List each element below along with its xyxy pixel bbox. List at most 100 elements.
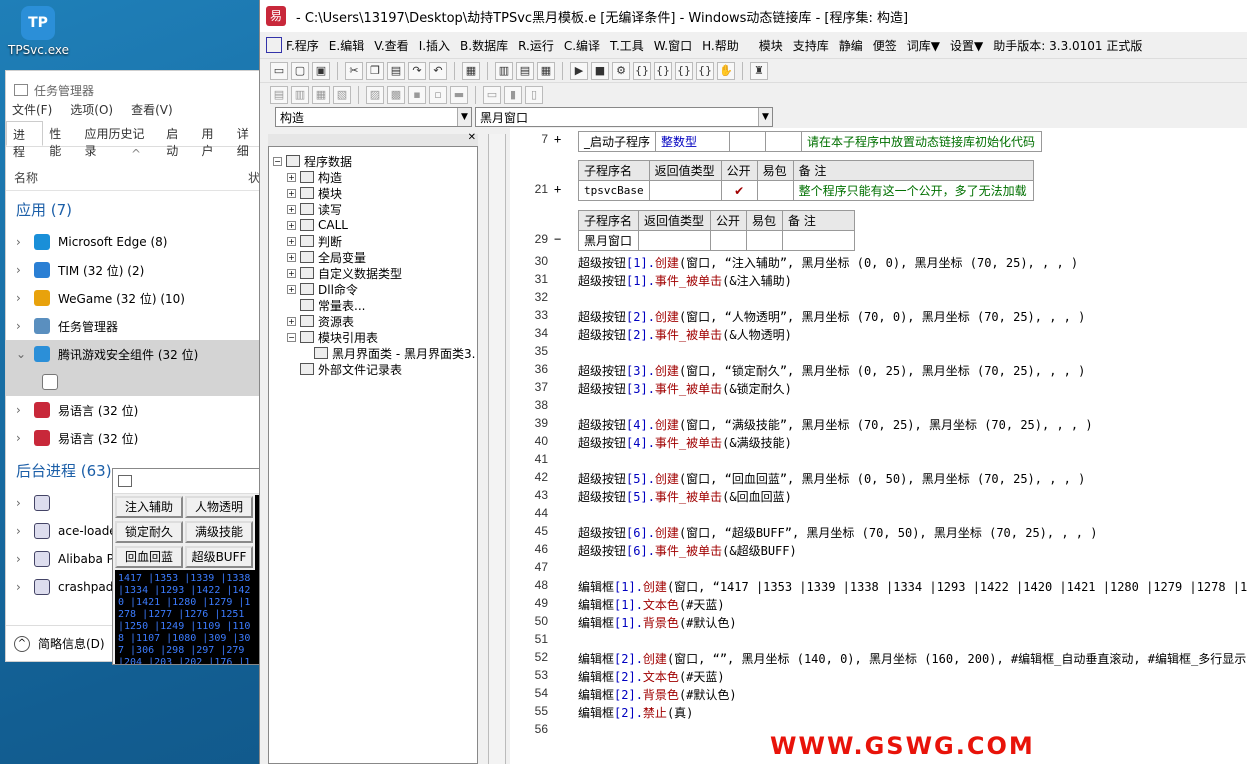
list-item[interactable]: › 易语言 (32 位): [6, 424, 266, 452]
subroutine-combo[interactable]: 黑月窗口 ▼: [475, 107, 773, 127]
list-item[interactable]: [6, 368, 266, 396]
code-line[interactable]: 54 编辑框[2].背景色(#默认色): [510, 686, 1247, 704]
ide-menu-item[interactable]: F.程序: [286, 37, 319, 54]
edit-box-1[interactable]: 1417 |1353 |1339 |1338 |1334 |1293 |1422…: [115, 570, 255, 664]
code-line[interactable]: 44: [510, 506, 1247, 524]
ide-menu-item[interactable]: C.编译: [564, 37, 600, 54]
tab-performance[interactable]: 性能: [43, 121, 78, 158]
toolbar-button-icon[interactable]: ↶: [429, 61, 447, 80]
chevron-right-icon[interactable]: ›: [16, 431, 26, 445]
ide-menu-item[interactable]: 词库▼: [907, 37, 940, 54]
code-line[interactable]: 38: [510, 398, 1247, 416]
chevron-right-icon[interactable]: ›: [16, 403, 26, 417]
collapse-icon[interactable]: −: [287, 332, 296, 342]
chevron-right-icon[interactable]: ›: [16, 319, 26, 333]
toolbar-button-icon[interactable]: {}: [654, 61, 672, 80]
public-cell[interactable]: [710, 230, 747, 251]
toolbar-button-icon[interactable]: {}: [633, 61, 651, 80]
lock-durability-button[interactable]: 锁定耐久: [115, 521, 183, 543]
toolbar-button-icon[interactable]: ▭: [270, 61, 288, 80]
expand-sign[interactable]: +: [554, 132, 561, 146]
pack-cell[interactable]: [746, 230, 783, 251]
chevron-right-icon[interactable]: ›: [16, 235, 26, 249]
collapse-icon[interactable]: −: [273, 156, 282, 166]
toolbar-button-icon[interactable]: ▥: [291, 85, 309, 104]
close-icon[interactable]: ✕: [468, 132, 476, 143]
remark-cell[interactable]: 整个程序只能有这一个公开，多了无法加载: [792, 180, 1034, 201]
list-item[interactable]: › 易语言 (32 位): [6, 396, 266, 424]
assembly-combo[interactable]: 构造 ▼: [275, 107, 472, 127]
tree-item[interactable]: + 判断: [269, 233, 477, 249]
ide-menu-item[interactable]: E.编辑: [329, 37, 364, 54]
code-line[interactable]: 50 编辑框[1].背景色(#默认色): [510, 614, 1247, 632]
expand-icon[interactable]: +: [287, 204, 296, 214]
toolbar-button-icon[interactable]: ▭: [483, 85, 501, 104]
code-line[interactable]: 34 超级按钮[2].事件_被单击(&人物透明): [510, 326, 1247, 344]
toolbar-button-icon[interactable]: ❐: [366, 61, 384, 80]
ide-menu-item[interactable]: V.查看: [374, 37, 408, 54]
chevron-right-icon[interactable]: ›: [16, 552, 26, 566]
chevron-down-icon[interactable]: ▼: [758, 108, 772, 126]
ide-menu-item[interactable]: 静编: [839, 37, 863, 54]
toolbar-button-icon[interactable]: ✂: [345, 61, 363, 80]
expand-icon[interactable]: +: [287, 268, 296, 278]
expand-icon[interactable]: +: [287, 284, 296, 294]
list-item[interactable]: › 任务管理器: [6, 312, 266, 340]
code-line[interactable]: 40 超级按钮[4].事件_被单击(&满级技能): [510, 434, 1247, 452]
chevron-down-icon[interactable]: ▼: [457, 108, 471, 126]
ide-menu-item[interactable]: 便签: [873, 37, 897, 54]
code-line[interactable]: 45 超级按钮[6].创建(窗口, “超级BUFF”, 黑月坐标 (70, 50)…: [510, 524, 1247, 542]
menu-view[interactable]: 查看(V): [131, 101, 173, 121]
chevron-right-icon[interactable]: ›: [16, 263, 26, 277]
code-line[interactable]: 47: [510, 560, 1247, 578]
code-line[interactable]: 48 编辑框[1].创建(窗口, “1417 |1353 |1339 |1338 …: [510, 578, 1247, 596]
toolbar-button-icon[interactable]: ✋: [717, 61, 735, 80]
toolbar-button-icon[interactable]: ▩: [387, 85, 405, 104]
ide-menu-item[interactable]: 支持库: [793, 37, 829, 54]
tree-item[interactable]: 外部文件记录表: [269, 361, 477, 377]
code-line[interactable]: 33 超级按钮[2].创建(窗口, “人物透明”, 黑月坐标 (70, 0), 黑…: [510, 308, 1247, 326]
toolbar-button-icon[interactable]: ▥: [495, 61, 513, 80]
menu-file[interactable]: 文件(F): [12, 101, 52, 121]
code-line[interactable]: 32: [510, 290, 1247, 308]
ide-menu-item[interactable]: R.运行: [518, 37, 554, 54]
expand-icon[interactable]: +: [287, 188, 296, 198]
sub-name-cell[interactable]: _启动子程序: [577, 131, 657, 152]
toolbar-button-icon[interactable]: ▧: [333, 85, 351, 104]
tab-startup[interactable]: 启动: [160, 121, 195, 158]
expand-icon[interactable]: +: [287, 172, 296, 182]
toolbar-button-icon[interactable]: ♜: [750, 61, 768, 80]
expand-sign[interactable]: +: [554, 182, 561, 196]
toolbar-button-icon[interactable]: ▬: [450, 85, 468, 104]
chevron-right-icon[interactable]: ›: [16, 524, 26, 538]
column-header-name[interactable]: 名称 状: [6, 169, 266, 191]
tree-item[interactable]: + 资源表: [269, 313, 477, 329]
return-type-cell[interactable]: [648, 180, 722, 201]
toolbar-button-icon[interactable]: ↷: [408, 61, 426, 80]
vertical-scrollbar[interactable]: [488, 134, 506, 764]
return-type-cell[interactable]: [638, 230, 711, 251]
tree-item[interactable]: + 自定义数据类型: [269, 265, 477, 281]
toolbar-button-icon[interactable]: ▯: [525, 85, 543, 104]
toolbar-button-icon[interactable]: ▪: [408, 85, 426, 104]
code-line[interactable]: 42 超级按钮[5].创建(窗口, “回血回蓝”, 黑月坐标 (0, 50), 黑…: [510, 470, 1247, 488]
ide-menu-item[interactable]: W.窗口: [654, 37, 692, 54]
ide-menu-item[interactable]: T.工具: [610, 37, 644, 54]
code-line[interactable]: 39 超级按钮[4].创建(窗口, “满级技能”, 黑月坐标 (70, 25), …: [510, 416, 1247, 434]
code-line[interactable]: 36 超级按钮[3].创建(窗口, “锁定耐久”, 黑月坐标 (0, 25), 黑…: [510, 362, 1247, 380]
tree-item[interactable]: − 模块引用表: [269, 329, 477, 345]
toolbar-button-icon[interactable]: ▤: [270, 85, 288, 104]
ide-menu-item[interactable]: B.数据库: [460, 37, 508, 54]
tab-processes[interactable]: 进程: [6, 121, 44, 159]
code-line[interactable]: 30 超级按钮[1].创建(窗口, “注入辅助”, 黑月坐标 (0, 0), 黑月…: [510, 254, 1247, 272]
code-line[interactable]: 51: [510, 632, 1247, 650]
tab-app-history[interactable]: 应用历史记录: [79, 121, 161, 158]
tree-item[interactable]: + Dll命令: [269, 281, 477, 297]
program-menu-icon[interactable]: [266, 37, 282, 53]
ide-menu-item[interactable]: 设置▼: [950, 37, 983, 54]
code-line[interactable]: 52 编辑框[2].创建(窗口, “”, 黑月坐标 (140, 0), 黑月坐标 …: [510, 650, 1247, 668]
code-line[interactable]: 43 超级按钮[5].事件_被单击(&回血回蓝): [510, 488, 1247, 506]
code-line[interactable]: 46 超级按钮[6].事件_被单击(&超级BUFF): [510, 542, 1247, 560]
toolbar-button-icon[interactable]: ▨: [366, 85, 384, 104]
list-item[interactable]: › WeGame (32 位) (10): [6, 284, 266, 312]
